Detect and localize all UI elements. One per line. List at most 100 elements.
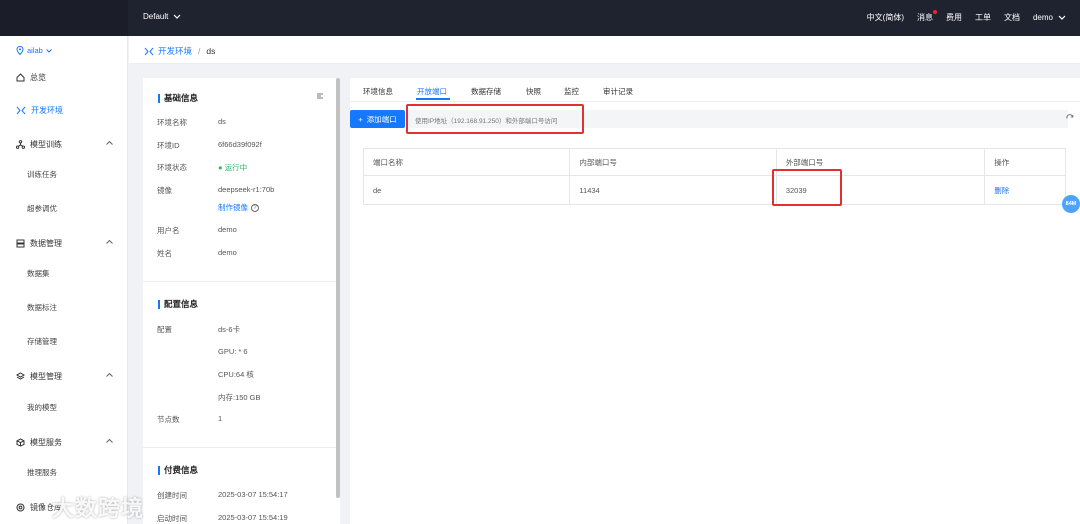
sidebar-item-overview[interactable]: 总览 — [16, 72, 46, 83]
dev-env-icon — [16, 106, 26, 115]
tickets-link[interactable]: 工单 — [975, 12, 991, 23]
breadcrumb-bar: 开发环境 / ds — [129, 36, 1080, 64]
unread-dot — [932, 10, 937, 14]
info-label: 环境ID — [157, 141, 180, 150]
language-switch[interactable]: 中文(简体) — [867, 12, 904, 23]
action-cell: 删除 — [985, 176, 1065, 204]
sidebar-item-model-service[interactable]: 模型服务 — [16, 437, 62, 448]
info-panel-scrollbar[interactable] — [336, 78, 340, 498]
watermark-logo-icon — [8, 497, 48, 517]
sidebar-item-label: 数据管理 — [30, 239, 62, 248]
chevron-up-icon[interactable] — [106, 438, 113, 443]
database-icon — [16, 239, 25, 248]
messages-link[interactable]: 消息 — [917, 10, 937, 23]
project-label: Default — [143, 12, 169, 21]
status-text: 运行中 — [224, 163, 248, 172]
billing-link[interactable]: 费用 — [946, 12, 962, 23]
sidebar-item-label: 总览 — [30, 73, 46, 82]
info-label: 用户名 — [157, 226, 180, 235]
created-time-value: 2025-03-07 15:54:17 — [218, 490, 288, 499]
workspace-selector[interactable]: ailab — [16, 46, 52, 55]
chevron-up-icon[interactable] — [106, 239, 113, 244]
tab-data-storage[interactable]: 数据存储 — [471, 86, 501, 97]
section-title-text: 配置信息 — [164, 299, 199, 309]
project-selector[interactable]: Default — [143, 12, 181, 21]
info-label: 配置 — [157, 325, 172, 334]
info-label: 启动时间 — [157, 514, 187, 523]
sidebar-item-annotation[interactable]: 数据标注 — [27, 302, 57, 313]
config-info-title: 配置信息 — [158, 298, 198, 310]
table-header: 端口名称 内部端口号 外部端口号 操作 — [364, 149, 1065, 176]
dev-env-icon — [144, 47, 154, 55]
add-port-label: 添加端口 — [366, 114, 397, 124]
sidebar-item-datasets[interactable]: 数据集 — [27, 268, 50, 279]
sidebar-item-training-jobs[interactable]: 训练任务 — [27, 169, 57, 180]
collapse-icon[interactable] — [316, 92, 324, 100]
sidebar-item-models[interactable]: 模型管理 — [16, 371, 62, 382]
gpu-value: GPU: * 6 — [218, 347, 248, 356]
user-name: demo — [1032, 13, 1053, 22]
section-divider — [143, 281, 336, 282]
home-icon — [16, 73, 25, 82]
tab-env-info[interactable]: 环境信息 — [363, 86, 393, 97]
refresh-icon[interactable] — [1066, 114, 1074, 122]
section-divider — [143, 447, 336, 448]
sidebar-item-dev-env[interactable]: 开发环境 — [16, 105, 63, 116]
user-menu[interactable]: demo — [1033, 13, 1066, 22]
tab-open-ports[interactable]: 开放端口 — [417, 86, 447, 97]
info-label: 环境状态 — [157, 163, 187, 172]
info-label: 姓名 — [157, 249, 172, 258]
watermark-text: 大数跨境 — [52, 496, 145, 521]
fullname-value: demo — [218, 248, 237, 257]
sidebar-item-my-models[interactable]: 我的模型 — [27, 402, 57, 413]
highlight-box — [406, 104, 584, 134]
section-title-text: 基础信息 — [164, 93, 199, 103]
ports-table: 端口名称 内部端口号 外部端口号 操作 de 11434 32039 删除 — [363, 148, 1066, 205]
column-header: 操作 — [994, 157, 1010, 167]
chevron-down-icon — [1058, 15, 1066, 20]
sidebar-item-label: 开发环境 — [31, 106, 63, 115]
username-value: demo — [218, 225, 237, 234]
tab-snapshots[interactable]: 快照 — [526, 86, 541, 97]
memory-badge[interactable]: 84M — [1062, 195, 1080, 213]
port-name-cell: de — [364, 176, 571, 204]
location-pin-icon — [16, 46, 24, 55]
network-icon — [16, 140, 25, 149]
delete-port-link[interactable]: 删除 — [994, 185, 1009, 196]
help-icon[interactable]: ? — [251, 203, 259, 212]
sidebar-item-label: 模型服务 — [30, 438, 62, 447]
config-value: ds-6卡 — [218, 325, 241, 334]
table-row: de 11434 32039 删除 — [364, 176, 1065, 204]
info-label: 镜像 — [157, 186, 172, 195]
tab-monitoring[interactable]: 监控 — [564, 86, 579, 97]
sidebar-item-inference[interactable]: 推理服务 — [27, 467, 57, 478]
chevron-down-icon — [46, 48, 52, 53]
memory-value: 内存:150 GB — [218, 393, 261, 402]
basic-info-title: 基础信息 — [158, 92, 198, 104]
sidebar-item-training[interactable]: 模型训练 — [16, 139, 62, 150]
active-tab-indicator — [416, 98, 450, 100]
sidebar-item-hyperparam[interactable]: 超参调优 — [27, 203, 57, 214]
logo-area — [0, 0, 128, 36]
chevron-down-icon — [173, 14, 181, 19]
layers-icon — [16, 372, 25, 380]
env-id-value: 6f66d39f092f — [218, 140, 262, 149]
make-image-link[interactable]: 制作镜像 ? — [218, 202, 259, 213]
sidebar-item-data[interactable]: 数据管理 — [16, 238, 62, 249]
breadcrumb-parent[interactable]: 开发环境 — [158, 45, 192, 57]
section-accent — [158, 299, 160, 309]
tab-bar: 环境信息 开放端口 数据存储 快照 监控 审计记录 — [350, 78, 1080, 102]
docs-link[interactable]: 文档 — [1004, 12, 1020, 23]
highlight-box — [772, 169, 842, 206]
node-count-value: 1 — [218, 414, 223, 423]
chevron-up-icon[interactable] — [106, 140, 113, 145]
info-label: 创建时间 — [157, 491, 187, 500]
chevron-up-icon[interactable] — [106, 372, 113, 377]
cube-icon — [16, 438, 25, 447]
breadcrumb-current: ds — [206, 46, 216, 56]
add-port-button[interactable]: + 添加端口 — [350, 110, 405, 128]
main-panel — [350, 78, 1080, 524]
tab-audit-log[interactable]: 审计记录 — [603, 86, 633, 97]
internal-port-cell: 11434 — [570, 176, 777, 204]
sidebar-item-storage[interactable]: 存储管理 — [27, 336, 57, 347]
